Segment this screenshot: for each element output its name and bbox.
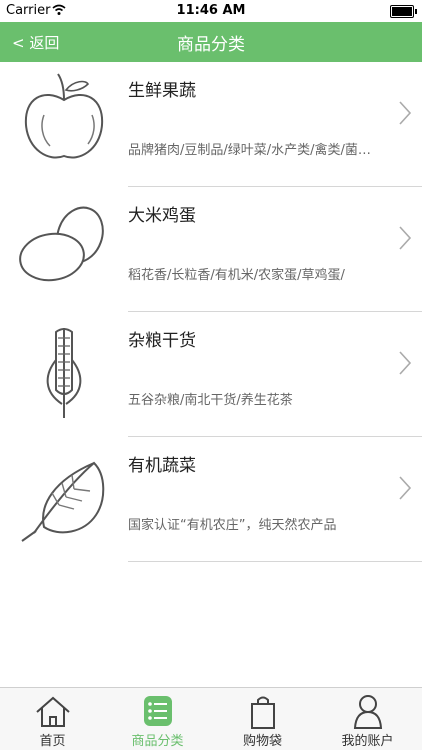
account-icon xyxy=(353,695,382,729)
chevron-right-icon xyxy=(399,101,412,125)
tab-shopping-bag[interactable]: 购物袋 xyxy=(210,688,315,750)
home-icon xyxy=(35,696,70,727)
category-name: 杂粮干货 xyxy=(128,331,196,351)
tab-label: 我的账户 xyxy=(341,734,394,749)
tab-home[interactable]: 首页 xyxy=(0,688,105,750)
category-row-organic-vegetables[interactable]: 有机蔬菜 国家认证“有机农庄”，纯天然农产品 xyxy=(0,437,422,562)
status-bar: Carrier 11:46 AM xyxy=(0,0,422,22)
tab-label: 首页 xyxy=(39,734,66,749)
chevron-right-icon xyxy=(399,351,412,375)
category-description: 品牌猪肉/豆制品/绿叶菜/水产类/禽类/菌… xyxy=(128,143,371,158)
shopping-bag-icon xyxy=(250,696,275,729)
category-description: 五谷杂粮/南北干货/养生花茶 xyxy=(128,393,293,408)
category-row-fresh-produce[interactable]: 生鲜果蔬 品牌猪肉/豆制品/绿叶菜/水产类/禽类/菌… xyxy=(0,62,422,187)
chevron-right-icon xyxy=(399,476,412,500)
corn-icon xyxy=(46,328,82,418)
category-row-rice-eggs[interactable]: 大米鸡蛋 稻花香/长粒香/有机米/农家蛋/草鸡蛋/ xyxy=(0,187,422,312)
clock: 11:46 AM xyxy=(176,3,246,18)
category-list: 生鲜果蔬 品牌猪肉/豆制品/绿叶菜/水产类/禽类/菌… 大米鸡蛋 稻花香/长粒香… xyxy=(0,62,422,562)
category-description: 国家认证“有机农庄”，纯天然农产品 xyxy=(128,518,337,533)
category-name: 生鲜果蔬 xyxy=(128,81,196,101)
tab-categories[interactable]: 商品分类 xyxy=(105,688,210,750)
category-list-icon xyxy=(143,696,172,726)
eggs-icon xyxy=(19,206,104,282)
category-name: 大米鸡蛋 xyxy=(128,206,196,226)
category-row-grains-dry-goods[interactable]: 杂粮干货 五谷杂粮/南北干货/养生花茶 xyxy=(0,312,422,437)
category-description: 稻花香/长粒香/有机米/农家蛋/草鸡蛋/ xyxy=(128,268,345,283)
tab-account[interactable]: 我的账户 xyxy=(315,688,420,750)
tab-bar: 首页 商品分类 购物袋 我的账户 xyxy=(0,687,422,750)
chevron-right-icon xyxy=(399,226,412,250)
leaf-icon xyxy=(21,461,105,542)
category-name: 有机蔬菜 xyxy=(128,456,196,476)
tab-label: 购物袋 xyxy=(242,734,282,749)
battery-icon xyxy=(390,5,417,18)
page-title: 商品分类 xyxy=(177,35,245,55)
navigation-bar: < 返回 商品分类 xyxy=(0,22,422,62)
tab-label: 商品分类 xyxy=(131,734,184,749)
apple-icon xyxy=(24,73,104,159)
